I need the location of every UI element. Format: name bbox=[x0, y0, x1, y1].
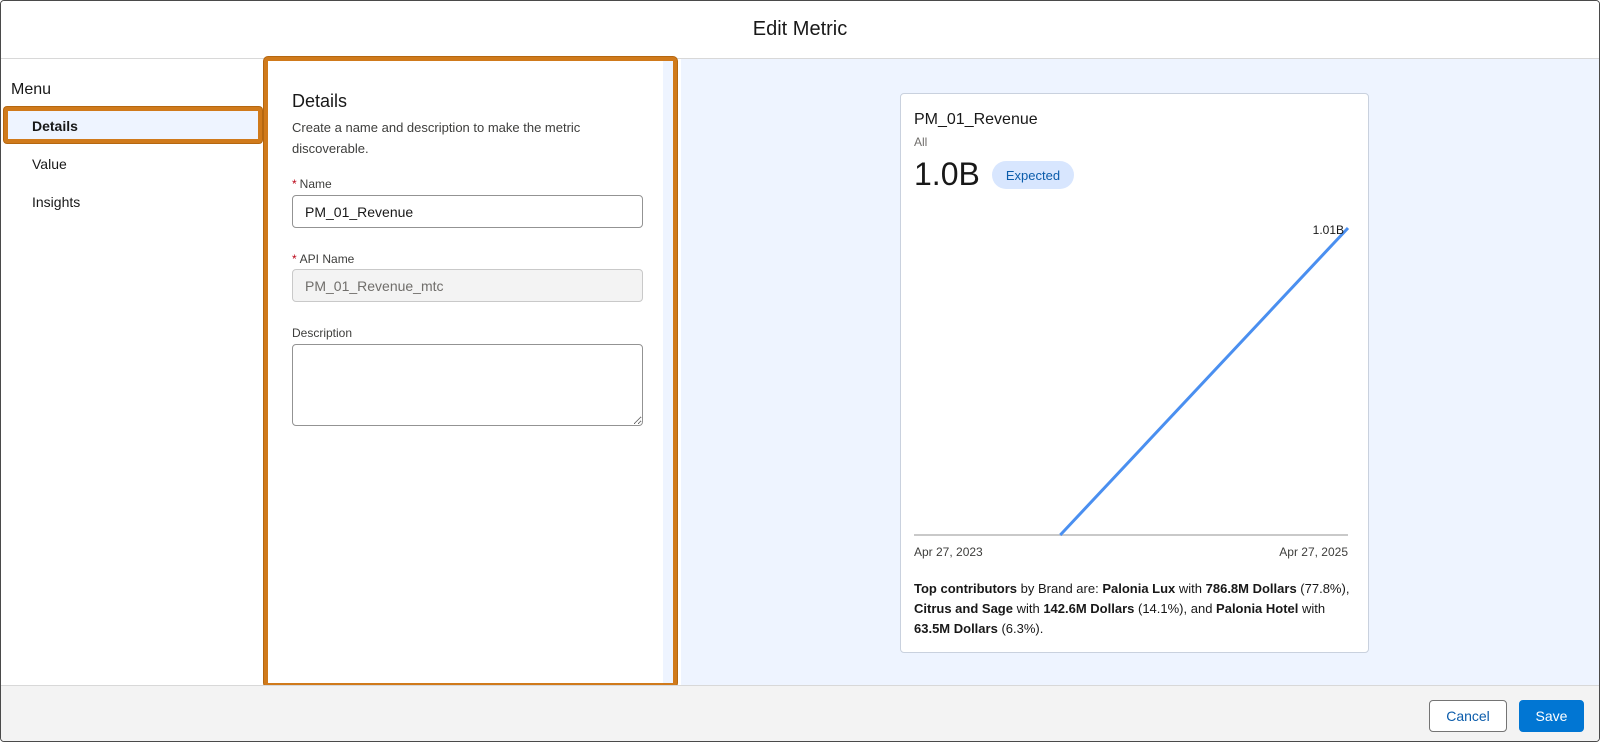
edit-metric-window: Edit Metric Menu Details Value Insights … bbox=[0, 0, 1600, 742]
name-label: * Name bbox=[292, 177, 332, 191]
details-title: Details bbox=[292, 91, 348, 111]
details-description: Create a name and description to make th… bbox=[292, 120, 581, 156]
x-tick-label-start: Apr 27, 2023 bbox=[914, 545, 983, 559]
metric-filter: All bbox=[914, 135, 928, 149]
top-contributors-text: Top contributors by Brand are: Palonia L… bbox=[914, 581, 1350, 636]
metric-preview-card: PM_01_Revenue All 1.0B Expected 1.01B Ap… bbox=[900, 93, 1369, 653]
description-label: Description bbox=[292, 326, 353, 340]
required-mark: * bbox=[292, 177, 297, 191]
page-title: Edit Metric bbox=[752, 18, 848, 40]
required-mark: * bbox=[292, 252, 297, 266]
details-panel: Details Create a name and description to… bbox=[264, 57, 677, 687]
api-name-input bbox=[292, 269, 643, 302]
menu-title: Menu bbox=[11, 81, 52, 98]
name-input[interactable] bbox=[292, 195, 643, 228]
footer: Cancel Save bbox=[1, 685, 1599, 741]
preview-area: PM_01_Revenue All 1.0B Expected 1.01B Ap… bbox=[681, 59, 1599, 685]
series-line bbox=[1059, 226, 1350, 537]
end-value-label: 1.01B bbox=[1313, 223, 1344, 237]
panel-scrollbar[interactable] bbox=[663, 61, 673, 683]
metric-value: 1.0B bbox=[914, 156, 980, 192]
description-textarea[interactable] bbox=[292, 344, 643, 426]
cancel-button[interactable]: Cancel bbox=[1429, 700, 1507, 732]
header: Edit Metric bbox=[1, 1, 1599, 59]
sidebar-item-details[interactable]: Details bbox=[32, 118, 78, 134]
x-tick-label-end: Apr 27, 2025 bbox=[1279, 545, 1348, 559]
sidebar: Menu Details Value Insights bbox=[1, 59, 263, 685]
save-button[interactable]: Save bbox=[1519, 700, 1584, 732]
api-name-label: * API Name bbox=[292, 252, 355, 266]
metric-line-chart: 1.01B Apr 27, 2023 Apr 27, 2025 bbox=[914, 223, 1350, 559]
sidebar-item-value[interactable]: Value bbox=[32, 156, 67, 172]
sidebar-item-insights[interactable]: Insights bbox=[32, 194, 80, 210]
metric-title: PM_01_Revenue bbox=[914, 111, 1038, 128]
expected-badge: Expected bbox=[992, 161, 1074, 189]
